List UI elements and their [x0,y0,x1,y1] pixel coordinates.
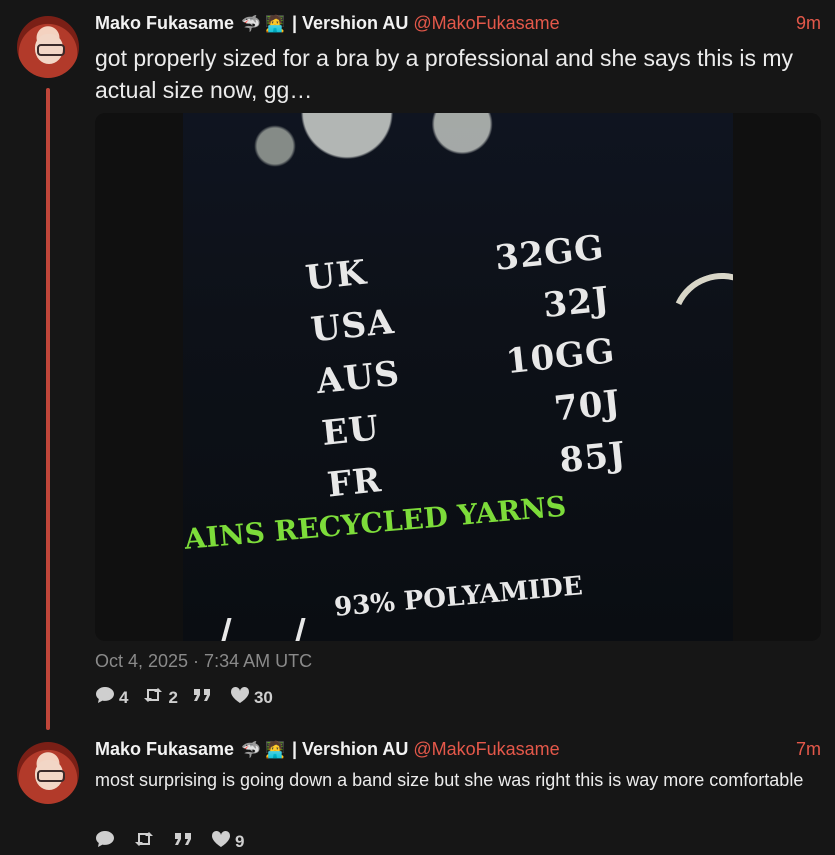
heart-icon [230,686,250,709]
author-display-suffix: | Vershion AU [291,13,409,33]
author-name[interactable]: Mako Fukasame [95,739,234,759]
repost-icon [133,830,155,853]
bra-ring [656,258,733,390]
wash-symbol-icon [218,618,306,641]
like-count: 9 [235,831,245,851]
author-handle[interactable]: @MakoFukasame [413,739,559,759]
quote-button[interactable] [192,687,216,708]
repost-button[interactable]: 2 [142,686,178,709]
quote-icon [173,831,193,852]
post-text: most surprising is going down a band siz… [95,770,804,790]
quote-icon [192,687,212,708]
reply-button[interactable]: 4 [95,686,128,709]
reply-button[interactable] [95,830,119,853]
like-button[interactable]: 9 [211,830,244,853]
post-actions: 4 2 30 [95,686,273,709]
post-time[interactable]: 7m [796,739,821,760]
author-handle[interactable]: @MakoFukasame [413,13,559,33]
post-timestamp[interactable]: Oct 4, 2025 · 7:34 AM UTC [95,651,312,672]
speech-bubble-icon [95,830,115,853]
post-time[interactable]: 9m [796,13,821,34]
avatar[interactable] [17,742,79,804]
post-header: Mako Fukasame 🦈 🧑‍💻 | Vershion AU @MakoFu… [95,13,560,34]
like-button[interactable]: 30 [230,686,273,709]
repost-button[interactable] [133,830,159,853]
post-text: got properly sized for a bra by a profes… [95,45,794,103]
author-name[interactable]: Mako Fukasame [95,13,234,33]
heart-icon [211,830,231,853]
repost-icon [142,686,164,709]
technologist-emoji: 🧑‍💻 [265,742,285,759]
speech-bubble-icon [95,686,115,709]
thread-connector-line [46,88,50,730]
size-chart: UK 32GG USA 32J AUS 10GG EU 70J FR 85J [303,222,629,512]
shark-emoji: 🦈 [241,742,261,759]
quote-button[interactable] [173,831,197,852]
bra-tag-photo: UK 32GG USA 32J AUS 10GG EU 70J FR 85J AINS R… [183,113,733,641]
post-actions: 9 [95,830,244,853]
lace-detail [203,113,563,223]
post-header: Mako Fukasame 🦈 🧑‍💻 | Vershion AU @MakoFu… [95,739,560,760]
like-count: 30 [253,687,273,707]
author-display-suffix: | Vershion AU [291,739,409,759]
technologist-emoji: 🧑‍💻 [265,16,285,33]
shark-emoji: 🦈 [241,16,261,33]
post-image[interactable]: UK 32GG USA 32J AUS 10GG EU 70J FR 85J AINS R… [95,113,821,641]
material-text: 93% POLYAMIDE [333,571,584,623]
reply-count: 4 [119,687,129,707]
repost-count: 2 [168,687,178,707]
avatar[interactable] [17,16,79,78]
